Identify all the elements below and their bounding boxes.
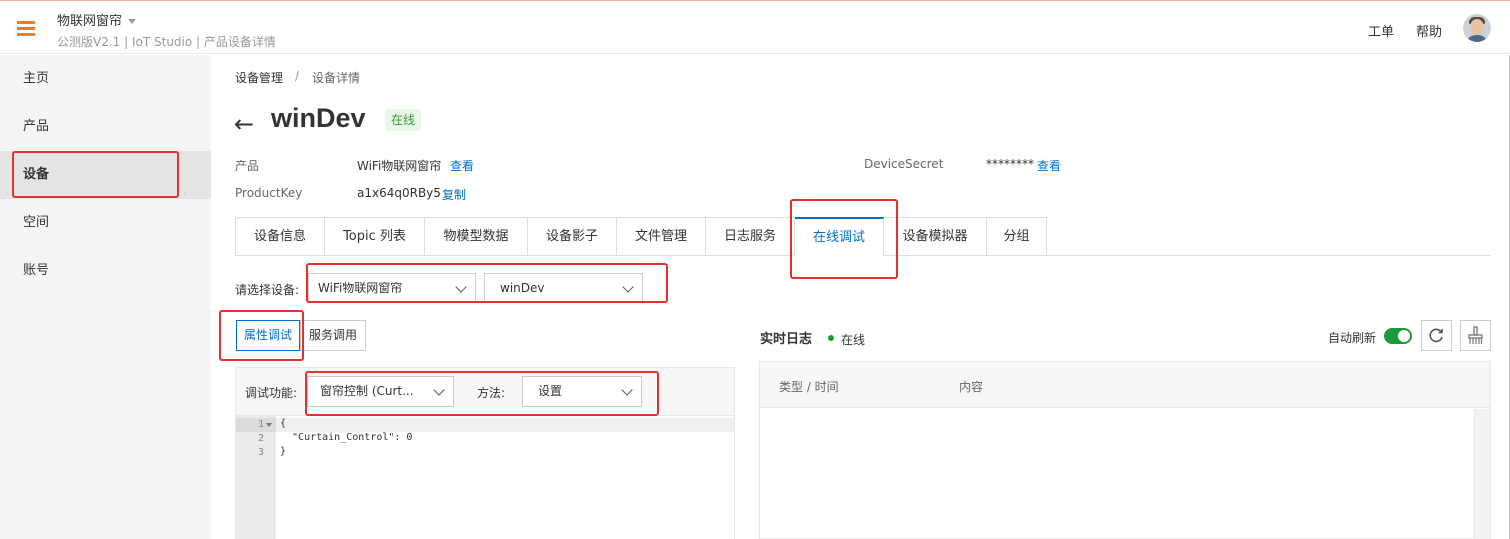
log-scrollbar[interactable]: [1474, 409, 1490, 539]
device-select-value: winDev: [500, 281, 545, 295]
realtime-log-status: 在线: [841, 333, 866, 347]
tab-online-debug[interactable]: 在线调试: [795, 217, 884, 256]
online-dot-icon: [828, 335, 834, 341]
auto-refresh-label: 自动刷新: [1328, 331, 1377, 345]
realtime-log-title: 实时日志: [760, 332, 813, 347]
chevron-down-icon: [622, 281, 634, 293]
device-select[interactable]: winDev: [484, 273, 643, 303]
refresh-button[interactable]: [1421, 320, 1452, 351]
tab-group[interactable]: 分组: [987, 217, 1047, 256]
tab-file-management[interactable]: 文件管理: [617, 217, 706, 256]
clear-log-button[interactable]: [1460, 320, 1491, 351]
auto-refresh-toggle[interactable]: [1384, 328, 1412, 344]
sidebar: 主页 产品 设备 空间 账号: [0, 55, 211, 539]
refresh-icon: [1429, 328, 1443, 343]
debug-panel-header: 调试功能: 窗帘控制 (Curt... 方法: 设置: [236, 368, 734, 415]
avatar-face: [1470, 19, 1484, 35]
tab-device-shadow[interactable]: 设备影子: [528, 217, 617, 256]
method-value: 设置: [538, 384, 563, 398]
device-select-label: 请选择设备:: [235, 283, 300, 297]
editor-active-line: [276, 418, 734, 432]
broom-icon: [1468, 326, 1483, 344]
method-select[interactable]: 设置: [522, 376, 642, 407]
line-number: 3: [257, 447, 264, 458]
editor-gutter: 1 2 3: [236, 416, 276, 539]
product-value: WiFi物联网窗帘: [357, 159, 442, 173]
fold-arrow-icon[interactable]: [266, 423, 272, 427]
service-call-button[interactable]: 服务调用: [300, 320, 366, 351]
app-title[interactable]: 物联网窗帘: [57, 10, 137, 29]
breadcrumb-device-detail: 设备详情: [312, 71, 361, 85]
productkey-label: ProductKey: [235, 186, 303, 200]
tab-log-service[interactable]: 日志服务: [706, 217, 795, 256]
debug-function-value: 窗帘控制 (Curt...: [320, 384, 414, 398]
chevron-down-icon: [455, 281, 467, 293]
code-line: }: [280, 446, 287, 457]
tab-topic-list[interactable]: Topic 列表: [325, 217, 425, 256]
ticket-link[interactable]: 工单: [1368, 21, 1394, 40]
debug-function-label: 调试功能:: [245, 386, 298, 400]
status-badge: 在线: [385, 109, 422, 131]
avatar-body: [1466, 35, 1488, 42]
devicesecret-view-link[interactable]: 查看: [1037, 157, 1061, 174]
breadcrumb-device-management[interactable]: 设备管理: [235, 69, 283, 86]
app-subtitle: 公测版V2.1 | IoT Studio | 产品设备详情: [57, 35, 276, 49]
help-link[interactable]: 帮助: [1416, 21, 1442, 40]
sidebar-item-home[interactable]: 主页: [0, 55, 211, 103]
productkey-copy-link[interactable]: 复制: [442, 186, 466, 203]
log-table-header: 类型 / 时间 内容: [760, 362, 1490, 408]
chevron-down-icon: [433, 384, 445, 396]
realtime-log-table: 类型 / 时间 内容: [759, 361, 1491, 539]
menu-icon[interactable]: [17, 21, 35, 36]
line-number: 2: [257, 433, 264, 444]
product-label: 产品: [235, 159, 260, 173]
productkey-value: a1x64q0RBy5: [357, 186, 441, 200]
devicesecret-label: DeviceSecret: [864, 157, 944, 171]
top-bar: 物联网窗帘 公测版V2.1 | IoT Studio | 产品设备详情 工单 帮…: [0, 0, 1510, 54]
tab-thing-model-data[interactable]: 物模型数据: [425, 217, 528, 256]
devicesecret-value: ********: [986, 157, 1034, 171]
avatar[interactable]: [1463, 14, 1491, 42]
method-label: 方法:: [477, 386, 506, 400]
product-view-link[interactable]: 查看: [450, 157, 474, 174]
toggle-knob: [1398, 330, 1410, 342]
product-select-value: WiFi物联网窗帘: [318, 281, 403, 295]
sidebar-item-space[interactable]: 空间: [0, 199, 211, 247]
debug-function-select[interactable]: 窗帘控制 (Curt...: [307, 376, 454, 407]
caret-down-icon: [128, 19, 137, 24]
sidebar-item-device[interactable]: 设备: [0, 151, 211, 199]
code-line: "Curtain_Control": 0: [280, 432, 413, 443]
line-number: 1: [257, 419, 264, 430]
column-type-time: 类型 / 时间: [779, 380, 839, 394]
debug-panel: 调试功能: 窗帘控制 (Curt... 方法: 设置 1 2 3 { "Curt…: [235, 367, 735, 539]
chevron-down-icon: [621, 384, 633, 396]
breadcrumb-separator: /: [295, 69, 300, 83]
code-editor[interactable]: 1 2 3 { "Curtain_Control": 0 }: [236, 415, 734, 539]
code-line: {: [280, 418, 287, 429]
sidebar-item-product[interactable]: 产品: [0, 103, 211, 151]
back-arrow-icon[interactable]: ←: [234, 110, 254, 138]
sidebar-item-account[interactable]: 账号: [0, 247, 211, 295]
app-title-text: 物联网窗帘: [57, 14, 123, 29]
column-content: 内容: [959, 380, 984, 394]
tab-device-simulator[interactable]: 设备模拟器: [884, 217, 987, 256]
product-select[interactable]: WiFi物联网窗帘: [308, 273, 476, 303]
page-title: winDev: [271, 103, 366, 133]
tab-device-info[interactable]: 设备信息: [235, 217, 325, 256]
property-debug-button[interactable]: 属性调试: [236, 320, 300, 351]
